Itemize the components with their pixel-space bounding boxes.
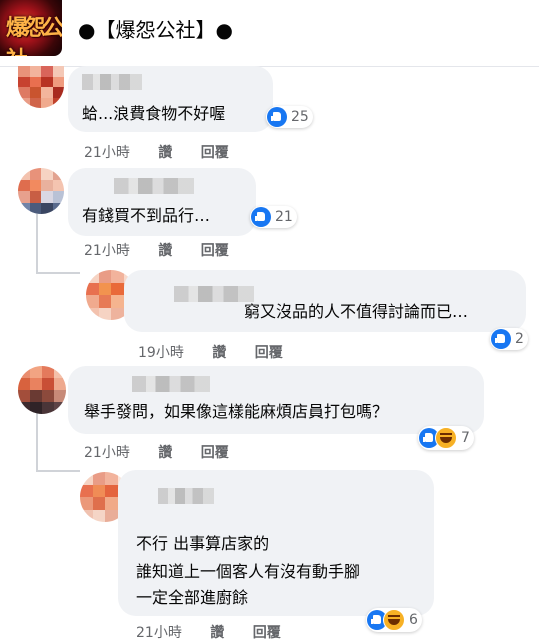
comment-text-line: 不行 出事算店家的: [136, 534, 270, 553]
commenter-avatar[interactable]: [18, 66, 64, 108]
commenter-name-blurred[interactable]: [174, 286, 254, 302]
thread-line: [36, 214, 38, 274]
thread-line: [36, 470, 80, 472]
like-button[interactable]: 讚: [158, 145, 172, 161]
reaction-count[interactable]: 6: [366, 608, 422, 632]
comment-bubble: 不行 出事算店家的 誰知道上一個客人有沒有動手腳 一定全部進廚餘: [118, 470, 434, 616]
like-icon: [267, 107, 287, 127]
reply-button[interactable]: 回覆: [255, 345, 283, 361]
reaction-number: 2: [515, 331, 524, 347]
comment-text: 窮又沒品的人不值得討論而已…: [244, 302, 469, 321]
reply-button[interactable]: 回覆: [201, 445, 229, 461]
reaction-count[interactable]: 25: [266, 106, 313, 128]
reaction-count[interactable]: 21: [250, 206, 297, 228]
thread-line: [36, 272, 80, 274]
comment-time[interactable]: 21小時: [84, 445, 130, 461]
like-button[interactable]: 讚: [158, 243, 172, 259]
comment-time[interactable]: 21小時: [136, 625, 182, 641]
reaction-number: 25: [291, 109, 309, 125]
comment-time[interactable]: 21小時: [84, 243, 130, 259]
comment-bubble: 蛤...浪費食物不好喔: [68, 66, 273, 132]
commenter-name-blurred[interactable]: [158, 488, 214, 504]
like-button[interactable]: 讚: [158, 445, 172, 461]
comment-meta: 21小時 讚 回覆: [84, 240, 229, 260]
like-icon: [251, 207, 271, 227]
commenter-name-blurred[interactable]: [82, 74, 142, 90]
reaction-number: 7: [461, 430, 470, 446]
comment-bubble: 窮又沒品的人不值得討論而已…: [124, 270, 526, 332]
haha-icon: [435, 427, 457, 449]
reaction-count[interactable]: 2: [490, 328, 528, 350]
comment-text: 舉手發問，如果像這樣能麻煩店員打包嗎？: [84, 402, 389, 421]
comment-time[interactable]: 19小時: [138, 345, 184, 361]
page-avatar-logo-text: 爆怨公社: [6, 16, 62, 56]
commenter-name-blurred[interactable]: [114, 178, 194, 194]
comment-time[interactable]: 21小時: [84, 145, 130, 161]
like-icon: [491, 329, 511, 349]
comment-meta: 21小時 讚 回覆: [136, 622, 281, 642]
commenter-avatar[interactable]: [18, 168, 64, 214]
page-title[interactable]: ●【爆怨公社】●: [78, 14, 233, 43]
reaction-count[interactable]: 7: [418, 426, 474, 450]
like-button[interactable]: 讚: [210, 625, 224, 641]
comment-bubble: 有錢買不到品行…: [68, 168, 256, 236]
reply-button[interactable]: 回覆: [201, 145, 229, 161]
reaction-number: 6: [409, 612, 418, 628]
thread-line: [36, 412, 38, 472]
page-avatar[interactable]: 爆怨公社: [0, 0, 62, 56]
comment-meta: 19小時 讚 回覆: [138, 342, 283, 362]
comment-text-line: 誰知道上一個客人有沒有動手腳: [136, 562, 361, 581]
commenter-avatar[interactable]: [18, 366, 66, 414]
haha-icon: [383, 609, 405, 631]
reaction-number: 21: [275, 209, 293, 225]
comment-meta: 21小時 讚 回覆: [84, 442, 229, 462]
comment-text: 有錢買不到品行…: [82, 206, 211, 225]
commenter-name-blurred[interactable]: [132, 376, 210, 392]
reply-button[interactable]: 回覆: [253, 625, 281, 641]
like-button[interactable]: 讚: [212, 345, 226, 361]
comment-text-line: 一定全部進廚餘: [136, 588, 249, 607]
reply-button[interactable]: 回覆: [201, 243, 229, 259]
comment-meta: 21小時 讚 回覆: [84, 142, 229, 162]
comment-text: 蛤...浪費食物不好喔: [82, 104, 226, 123]
comment-bubble: 舉手發問，如果像這樣能麻煩店員打包嗎？: [68, 366, 484, 434]
